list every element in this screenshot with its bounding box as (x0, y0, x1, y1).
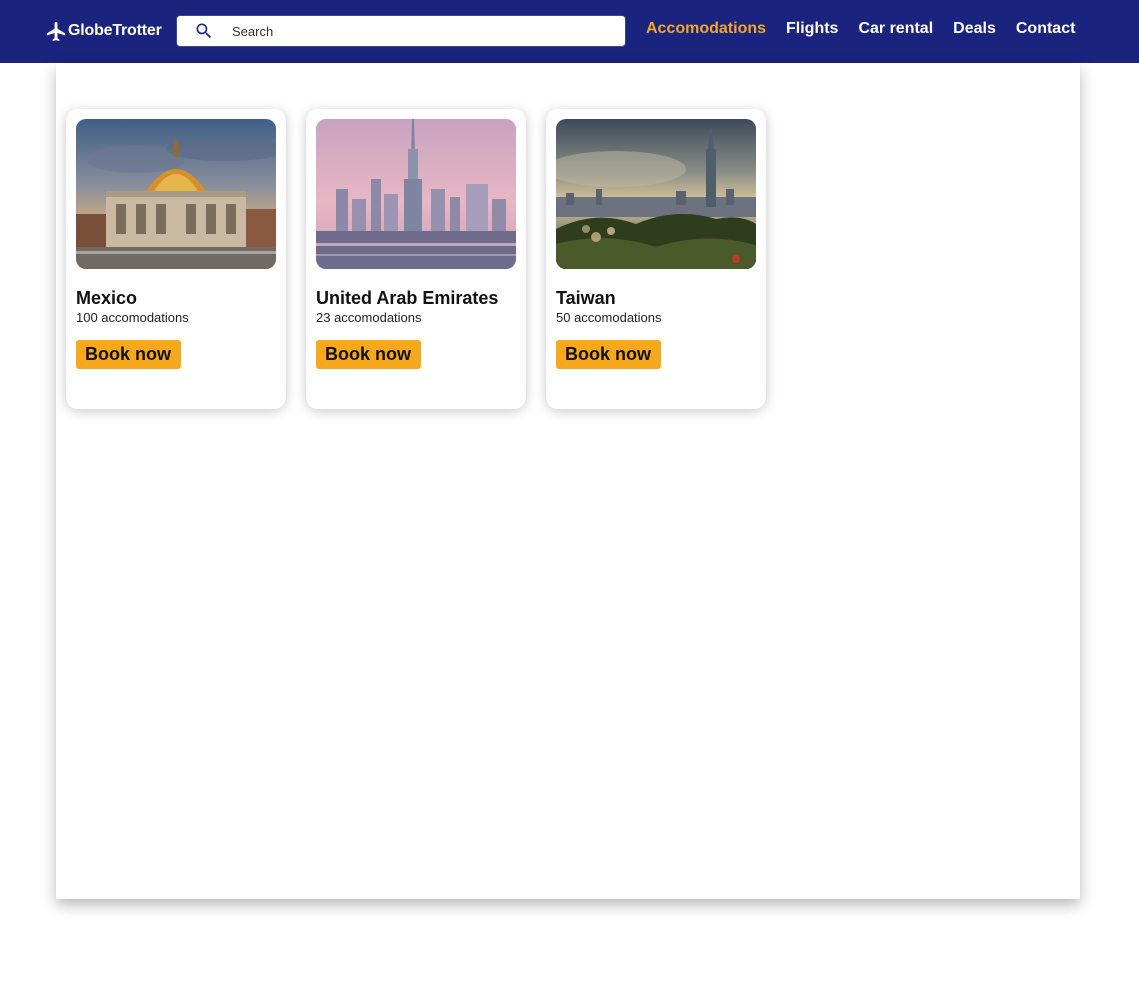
book-now-button[interactable]: Book now (556, 340, 661, 369)
nav-car-rental[interactable]: Car rental (858, 20, 933, 38)
brand-name: GlobeTrotter (68, 22, 162, 39)
accomodation-count: 100 accomodations (76, 310, 189, 325)
airplane-icon (45, 20, 68, 43)
taipei-skyline-photo (556, 119, 756, 269)
search-icon[interactable] (194, 21, 214, 41)
accomodation-count: 23 accomodations (316, 310, 422, 325)
book-now-button[interactable]: Book now (316, 340, 421, 369)
search-input[interactable] (232, 17, 592, 45)
nav-deals[interactable]: Deals (953, 20, 996, 38)
search-box (176, 15, 626, 47)
destination-card-mexico[interactable]: Mexico 100 accomodations Book now (66, 109, 286, 409)
dubai-skyline-photo (316, 119, 516, 269)
card-title: United Arab Emirates (316, 288, 499, 308)
card-title: Taiwan (556, 288, 616, 308)
main-nav: Accomodations Flights Car rental Deals C… (646, 20, 1075, 38)
palacio-de-bellas-artes-photo (76, 119, 276, 269)
destination-card-uae[interactable]: United Arab Emirates 23 accomodations Bo… (306, 109, 526, 409)
nav-contact[interactable]: Contact (1016, 20, 1076, 38)
accomodation-count: 50 accomodations (556, 310, 662, 325)
card-title: Mexico (76, 288, 138, 308)
brand-logo[interactable]: GlobeTrotter (45, 19, 162, 43)
nav-flights[interactable]: Flights (786, 20, 838, 38)
nav-accomodations[interactable]: Accomodations (646, 20, 766, 38)
content-panel: Mexico 100 accomodations Book now United… (56, 63, 1080, 899)
book-now-button[interactable]: Book now (76, 340, 181, 369)
top-navbar: GlobeTrotter Accomodations Flights Car r… (0, 0, 1139, 63)
destination-card-taiwan[interactable]: Taiwan 50 accomodations Book now (546, 109, 766, 409)
